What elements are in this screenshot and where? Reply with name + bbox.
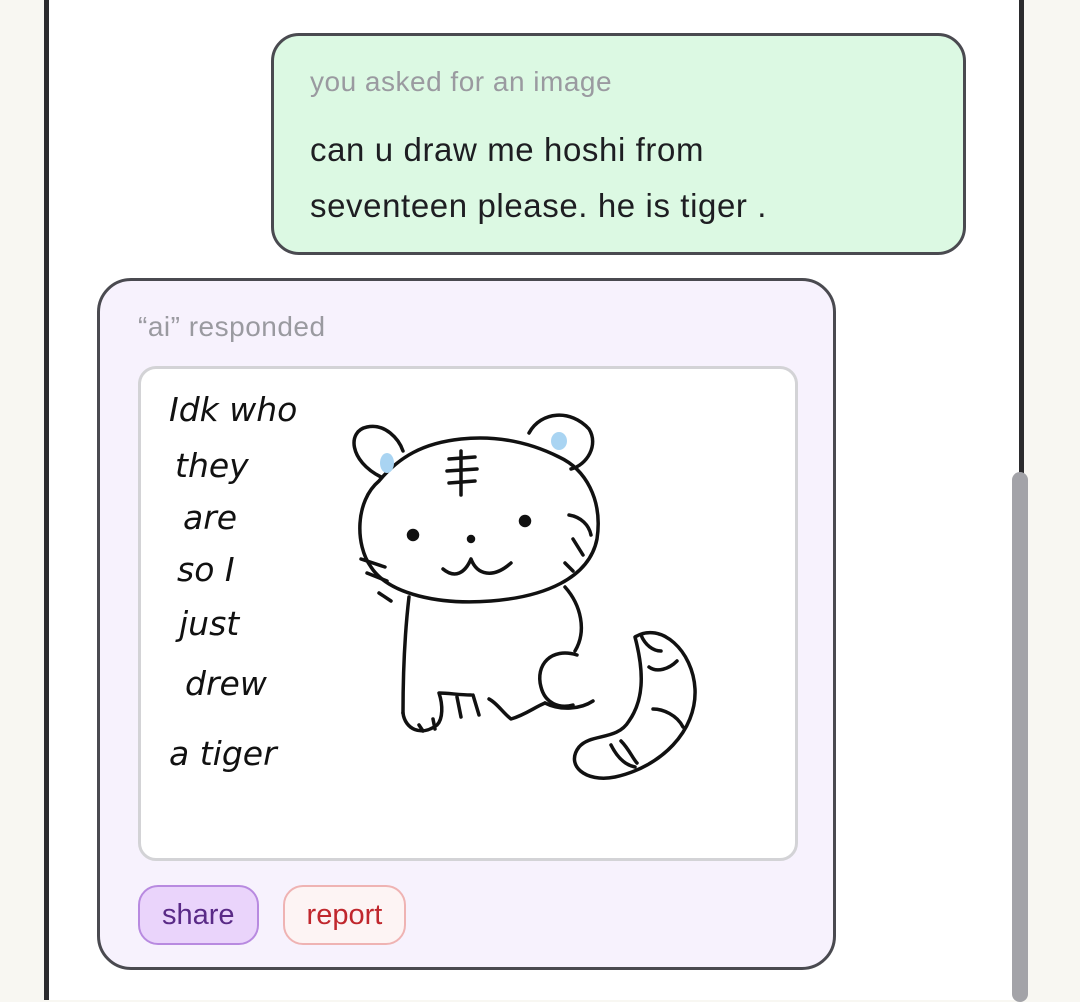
tiger-figure	[352, 413, 697, 780]
user-message-text: can u draw me hoshi from seventeen pleas…	[310, 131, 768, 224]
note-line: just	[175, 604, 240, 643]
generated-image[interactable]: Idk who they are so I just drew a tiger	[138, 366, 798, 861]
message-actions: share report	[138, 885, 407, 945]
ai-message-meta: “ai” responded	[138, 311, 326, 342]
user-message-meta: you asked for an image	[310, 66, 613, 97]
note-line: Idk who	[169, 390, 297, 429]
tiger-drawing-icon: Idk who they are so I just drew a tiger	[169, 390, 697, 780]
ai-message-bubble: “ai” responded Idk who they are so I jus…	[97, 278, 836, 970]
handwritten-note: Idk who they are so I just drew a tiger	[169, 390, 297, 773]
note-line: so I	[177, 550, 235, 589]
scrollbar-thumb[interactable]	[1012, 472, 1028, 1002]
share-button[interactable]: share	[138, 885, 259, 945]
user-message-bubble: you asked for an image can u draw me hos…	[271, 33, 966, 255]
note-line: a tiger	[169, 734, 279, 773]
report-button[interactable]: report	[282, 885, 407, 945]
note-line: are	[183, 498, 237, 537]
note-line: drew	[185, 664, 268, 703]
note-line: they	[175, 446, 249, 485]
